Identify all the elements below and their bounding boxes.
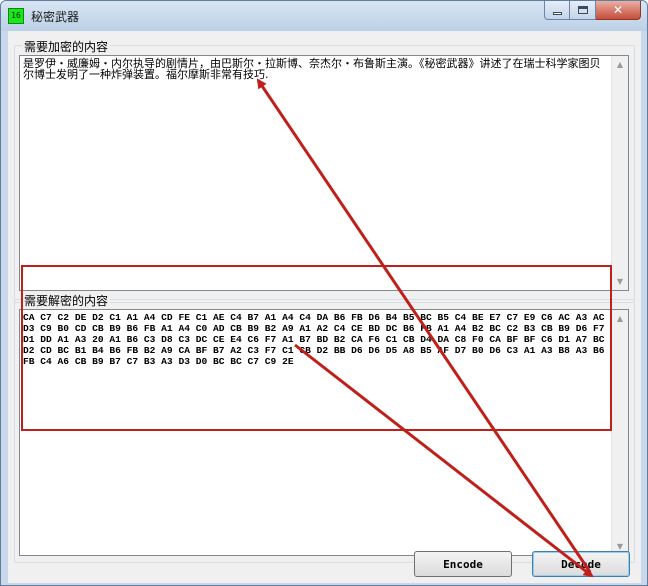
close-icon: ✕: [612, 3, 624, 17]
minimize-button[interactable]: [544, 1, 570, 20]
maximize-button[interactable]: [570, 1, 596, 20]
app-icon: 16: [8, 8, 24, 24]
decrypt-groupbox: 需要解密的内容 CA C7 C2 DE D2 C1 A1 A4 CD FE C1…: [14, 292, 635, 563]
decrypt-textarea[interactable]: CA C7 C2 DE D2 C1 A1 A4 CD FE C1 AE C4 B…: [19, 309, 629, 556]
title-bar[interactable]: 16 秘密武器 ✕: [1, 1, 647, 31]
encrypt-textarea[interactable]: 是罗伊・威廉姆・内尔执导的剧情片，由巴斯尔・拉斯博、奈杰尔・布鲁斯主演。《秘密武…: [19, 55, 629, 291]
client-area: 需要加密的内容 是罗伊・威廉姆・内尔执导的剧情片，由巴斯尔・拉斯博、奈杰尔・布鲁…: [8, 31, 641, 583]
decrypt-scrollbar[interactable]: ▲ ▼: [611, 310, 628, 555]
decrypt-group-label: 需要解密的内容: [22, 292, 111, 309]
encrypt-text: 是罗伊・威廉姆・内尔执导的剧情片，由巴斯尔・拉斯博、奈杰尔・布鲁斯主演。《秘密武…: [23, 57, 601, 81]
encrypt-scrollbar[interactable]: ▲ ▼: [611, 56, 628, 290]
scroll-down-icon[interactable]: ▼: [612, 273, 628, 290]
window-controls: ✕: [544, 1, 641, 20]
decode-button[interactable]: Decode: [532, 551, 630, 577]
scroll-up-icon[interactable]: ▲: [612, 56, 628, 73]
maximize-icon: [577, 6, 588, 14]
encrypt-groupbox: 需要加密的内容 是罗伊・威廉姆・内尔执导的剧情片，由巴斯尔・拉斯博、奈杰尔・布鲁…: [14, 38, 635, 303]
window-title: 秘密武器: [31, 10, 80, 24]
decrypt-text: CA C7 C2 DE D2 C1 A1 A4 CD FE C1 AE C4 B…: [23, 312, 605, 367]
minimize-icon: [552, 11, 562, 15]
encrypt-group-label: 需要加密的内容: [22, 38, 111, 55]
scroll-up-icon[interactable]: ▲: [612, 310, 628, 327]
close-button[interactable]: ✕: [596, 1, 641, 20]
encode-button[interactable]: Encode: [414, 551, 512, 577]
app-window: 16 秘密武器 ✕ 需要加密的内容 是罗伊・威廉姆・内尔执导的剧情片，由巴斯尔・…: [0, 0, 648, 586]
